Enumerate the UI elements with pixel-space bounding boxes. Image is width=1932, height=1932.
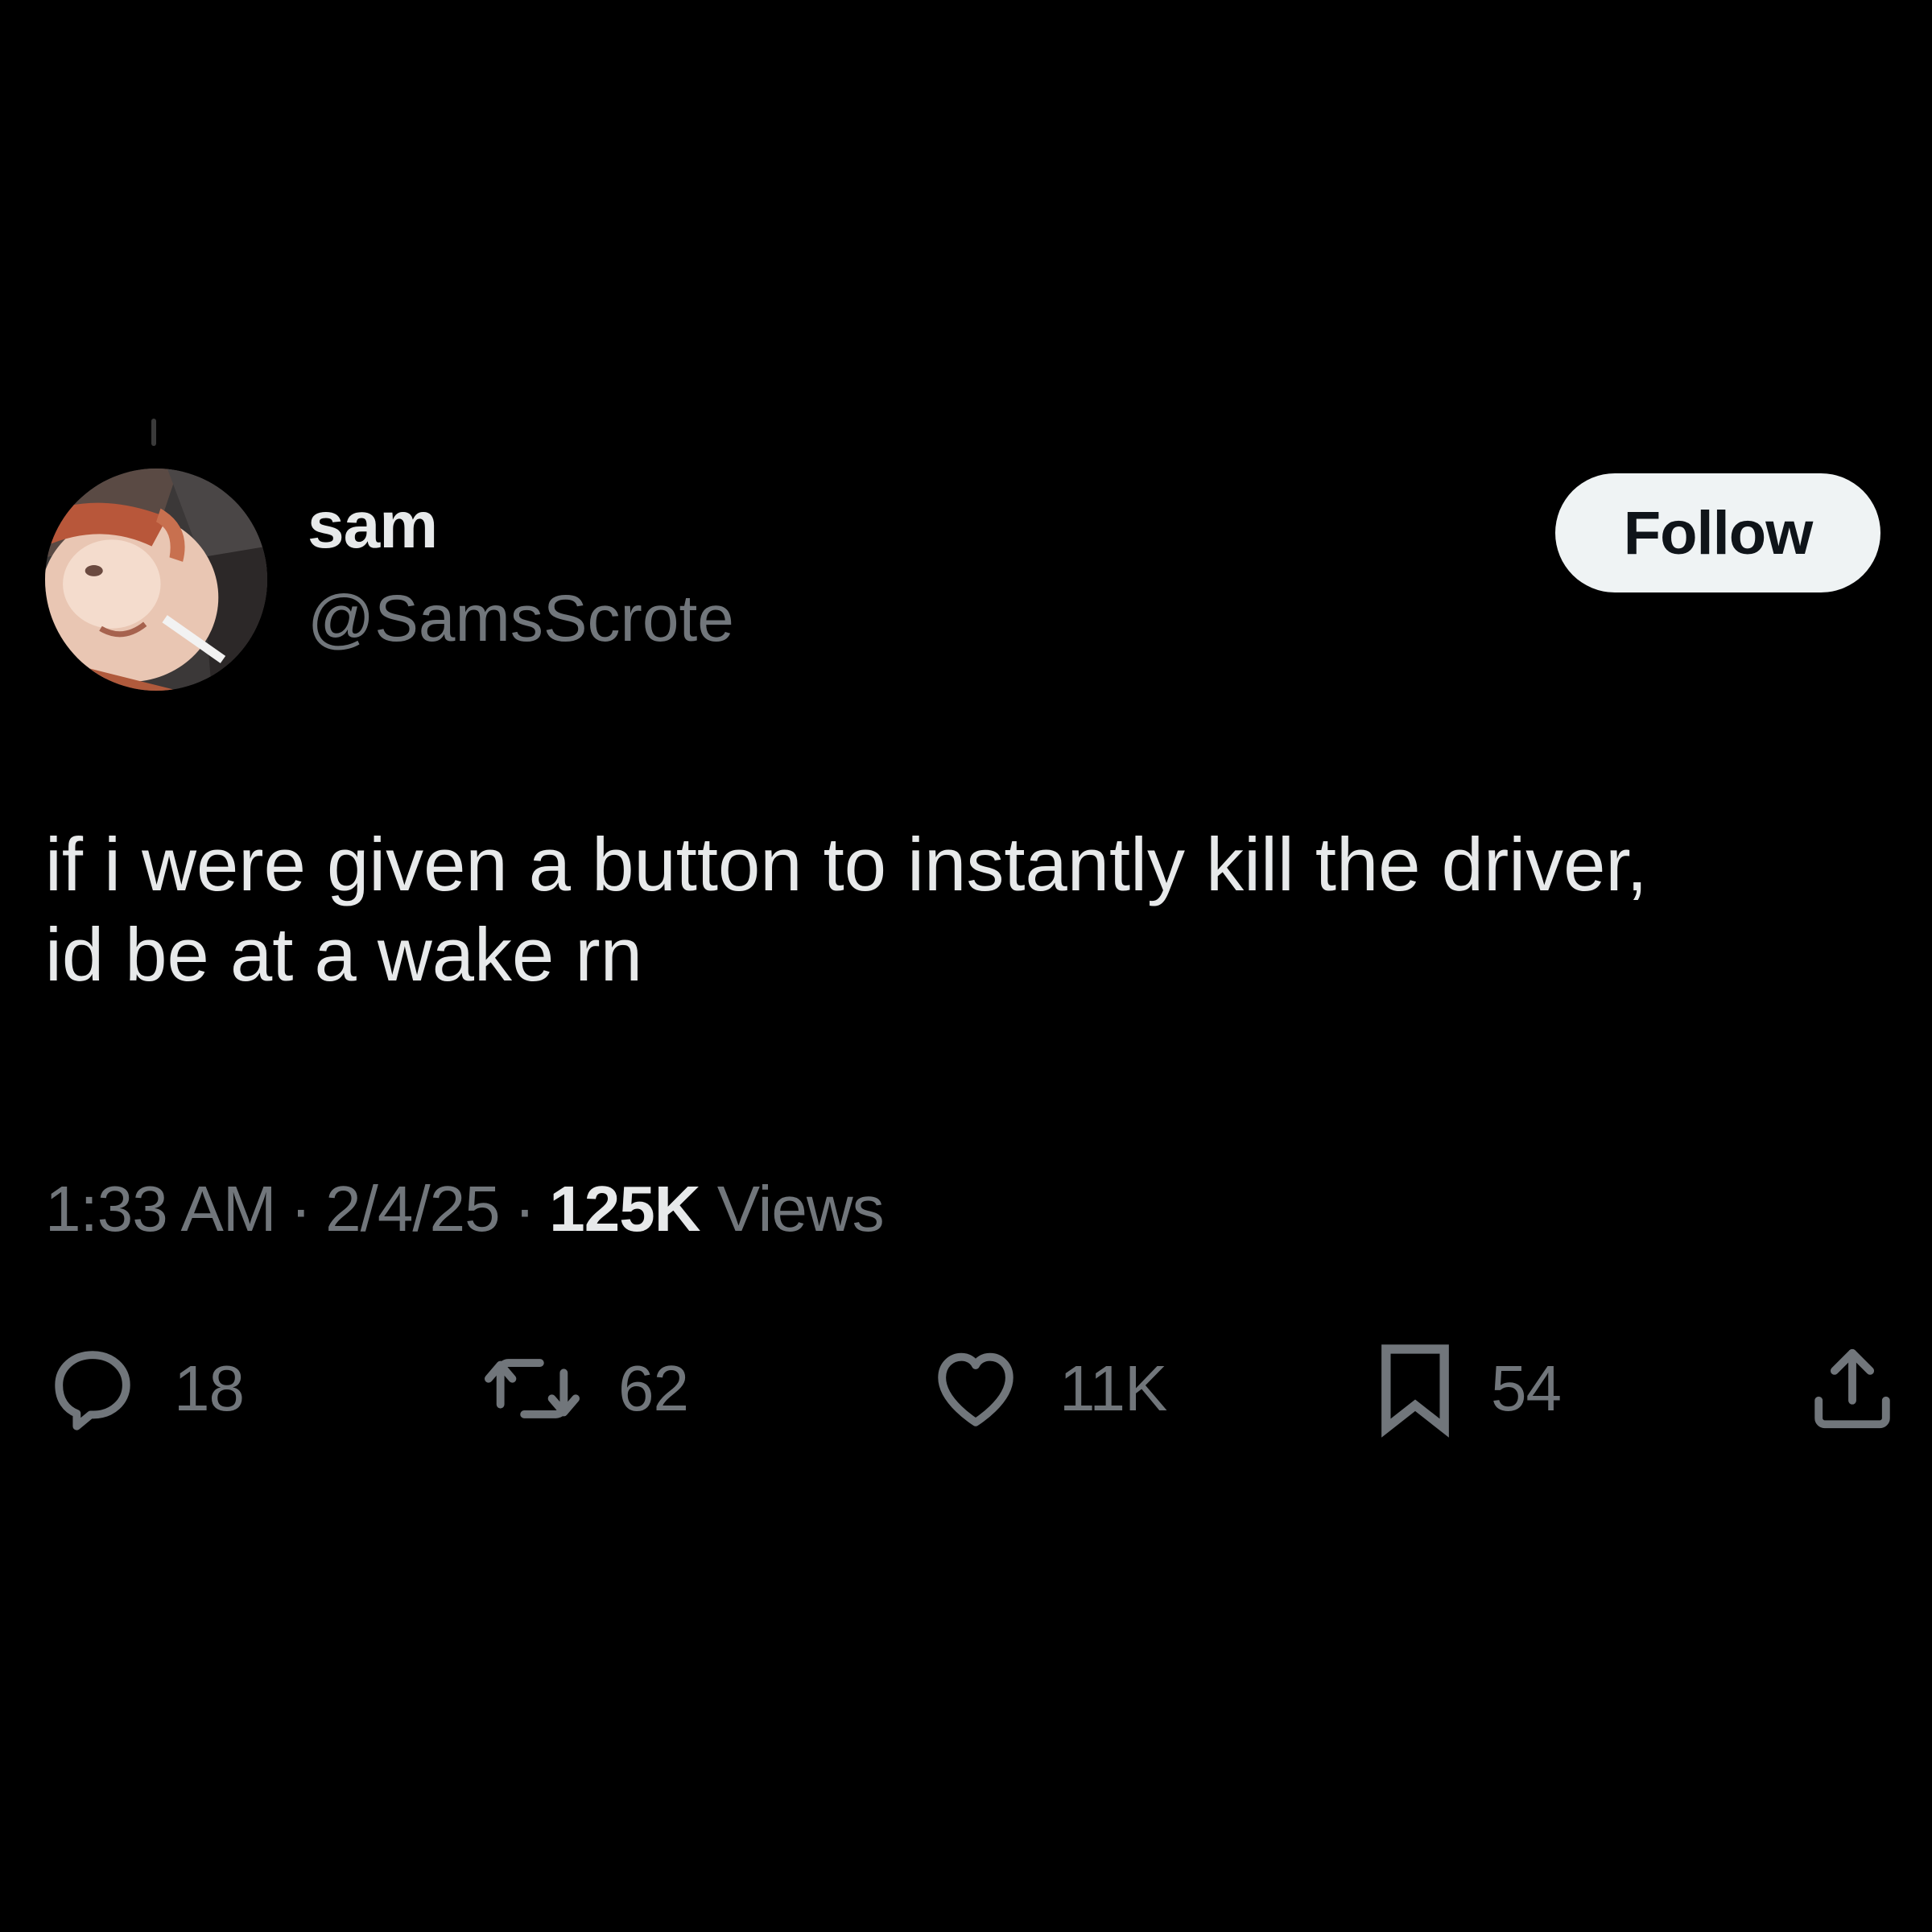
follow-button[interactable]: Follow (1555, 473, 1880, 592)
tweet-card: sam @SamsScrote Follow if i were given a… (0, 0, 1932, 1932)
meta-separator: · (290, 1173, 312, 1245)
share-icon (1808, 1341, 1897, 1436)
tweet-meta: 1:33 AM · 2/4/25 · 125K Views (45, 1177, 885, 1241)
repost-icon (480, 1341, 584, 1436)
tweet-text-line: id be at a wake rn (45, 912, 642, 997)
tweet-time[interactable]: 1:33 AM (45, 1173, 277, 1245)
author-handle[interactable]: @SamsScrote (308, 586, 734, 652)
meta-separator: · (514, 1173, 536, 1245)
reply-button[interactable]: 18 (45, 1336, 245, 1441)
repost-button[interactable]: 62 (480, 1336, 689, 1441)
share-button[interactable] (1808, 1336, 1897, 1441)
action-bar: 18 62 11K 54 (0, 1336, 1932, 1441)
avatar-photo (45, 469, 267, 691)
avatar[interactable] (45, 469, 267, 691)
reply-count: 18 (174, 1352, 245, 1424)
reply-icon (45, 1341, 140, 1436)
tweet-date[interactable]: 2/4/25 (325, 1173, 500, 1245)
heart-icon (926, 1341, 1026, 1436)
tweet-text-line: if i were given a button to instantly ki… (45, 822, 1648, 906)
like-count: 11K (1059, 1352, 1167, 1424)
repost-count: 62 (618, 1352, 689, 1424)
bookmark-icon (1373, 1339, 1457, 1439)
bookmark-count: 54 (1491, 1352, 1562, 1424)
views-count[interactable]: 125K (549, 1173, 700, 1245)
bookmark-button[interactable]: 54 (1373, 1336, 1562, 1441)
author-display-name[interactable]: sam (308, 493, 438, 559)
thread-connector-line (151, 419, 156, 446)
tweet-text: if i were given a button to instantly ki… (45, 819, 1897, 1000)
views-label[interactable]: Views (717, 1173, 885, 1245)
like-button[interactable]: 11K (926, 1336, 1167, 1441)
